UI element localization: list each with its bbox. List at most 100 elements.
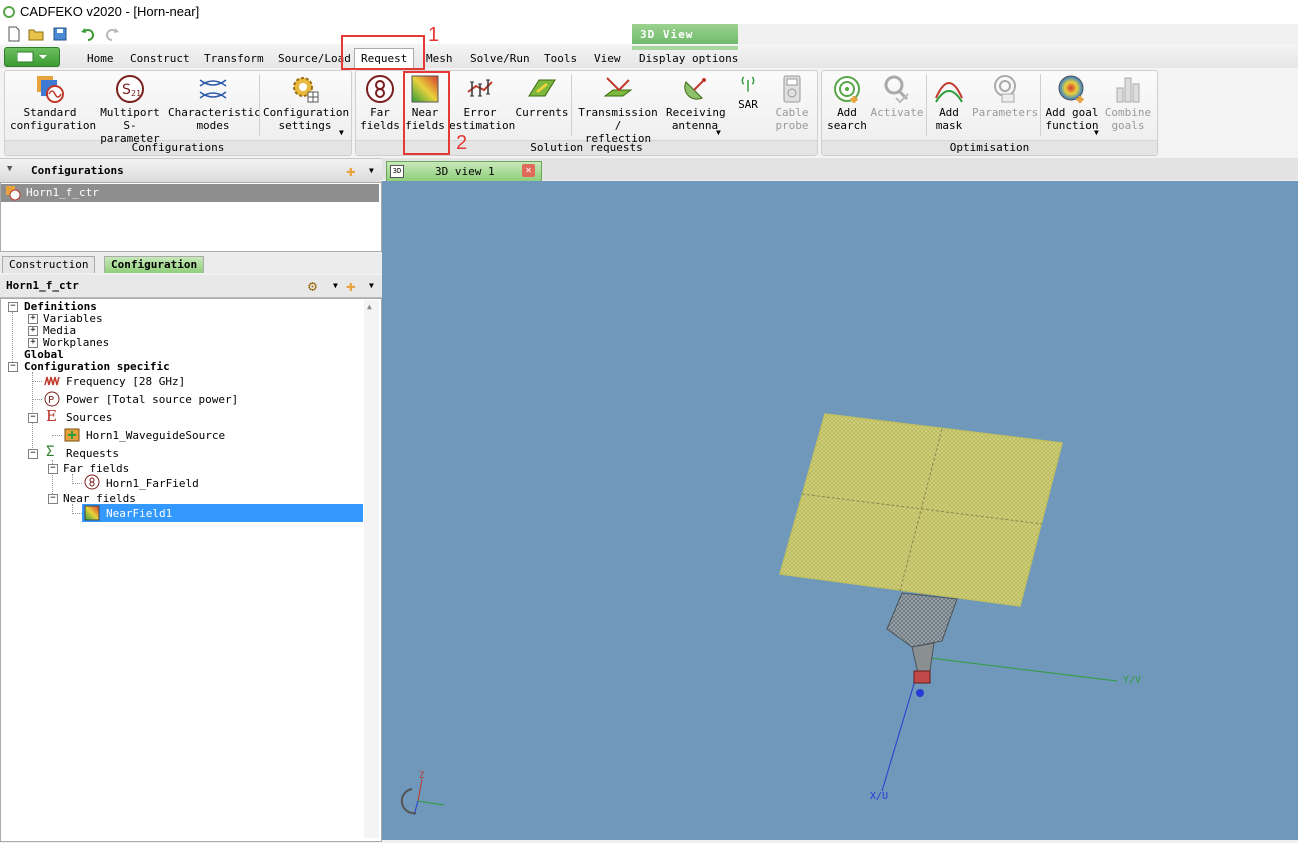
collapse-toggle[interactable]: − bbox=[8, 302, 18, 312]
application-menu-button[interactable] bbox=[4, 47, 60, 67]
redo-icon[interactable] bbox=[104, 26, 120, 42]
sar-button[interactable]: SAR bbox=[732, 74, 764, 111]
near-field-icon bbox=[84, 505, 100, 521]
context-tab-label: 3D View bbox=[640, 28, 694, 41]
group-label-configurations: Configurations bbox=[5, 140, 351, 155]
tab-view[interactable]: View bbox=[594, 52, 621, 68]
label-line-1: Add bbox=[939, 106, 959, 119]
dropdown-arrow-icon[interactable]: ▼ bbox=[369, 281, 374, 290]
collapse-toggle[interactable]: − bbox=[48, 494, 58, 504]
multiport-s-parameter-button[interactable]: S 21 Multiport S-parameter bbox=[95, 74, 165, 145]
collapse-toggle[interactable]: − bbox=[8, 362, 18, 372]
label-line-2: search bbox=[827, 119, 867, 132]
gear-icon[interactable]: ⚙ bbox=[308, 277, 317, 295]
standard-configuration-button[interactable]: Standard configuration bbox=[10, 74, 96, 132]
tab-source-load[interactable]: Source/Load bbox=[278, 52, 351, 68]
app-logo-icon bbox=[3, 6, 15, 18]
combine-goals-button[interactable]: Combine goals bbox=[1104, 74, 1152, 132]
receiving-antenna-button[interactable]: Receiving antenna ▼ bbox=[666, 74, 726, 137]
collapse-toggle[interactable]: − bbox=[28, 413, 38, 423]
tree-line bbox=[52, 435, 62, 436]
3d-view-icon: 3D bbox=[390, 165, 404, 178]
tab-solve-run[interactable]: Solve/Run bbox=[470, 52, 530, 68]
tree-near-field-item[interactable]: NearField1 bbox=[106, 507, 172, 520]
label-line-1: Currents bbox=[515, 106, 569, 119]
sar-icon bbox=[741, 76, 755, 92]
configuration-settings-button[interactable]: Configuration settings ▼ bbox=[263, 74, 349, 137]
tree-far-field-item[interactable]: Horn1_FarField bbox=[106, 477, 199, 490]
gear-icon bbox=[293, 77, 319, 103]
label-line-1: Characteristic bbox=[168, 106, 261, 119]
tree-requests[interactable]: Requests bbox=[66, 447, 119, 460]
cable-probe-button[interactable]: Cable probe bbox=[772, 74, 812, 132]
expand-toggle[interactable]: + bbox=[28, 314, 38, 324]
tab-transform[interactable]: Transform bbox=[204, 52, 264, 68]
waveguide-port bbox=[913, 670, 931, 684]
add-icon[interactable]: ✚ bbox=[346, 276, 356, 295]
label-line-1: Receiving bbox=[666, 106, 726, 119]
tree-scrollbar[interactable]: ▲ bbox=[364, 300, 379, 838]
tree-sources[interactable]: Sources bbox=[66, 411, 112, 424]
currents-button[interactable]: Currents bbox=[515, 74, 569, 119]
error-estimation-button[interactable]: Error estimation bbox=[449, 74, 515, 132]
add-goal-function-button[interactable]: Add goal function ▼ bbox=[1043, 74, 1101, 137]
add-configuration-icon[interactable]: ✚ bbox=[346, 161, 356, 180]
tree-waveguide-source[interactable]: Horn1_WaveguideSource bbox=[86, 429, 225, 442]
characteristic-modes-button[interactable]: Characteristic modes bbox=[168, 74, 261, 132]
collapse-arrow-icon[interactable]: ▼ bbox=[7, 164, 12, 174]
tab-construct[interactable]: Construct bbox=[130, 52, 190, 68]
combine-goals-icon bbox=[1116, 77, 1140, 103]
tree-configuration-specific[interactable]: Configuration specific bbox=[24, 360, 170, 373]
tree-line bbox=[72, 504, 73, 512]
label-line-1: Transmission / bbox=[578, 106, 658, 132]
expand-toggle[interactable]: + bbox=[28, 338, 38, 348]
tab-display-options[interactable]: Display options bbox=[639, 52, 738, 68]
scroll-up-icon[interactable]: ▲ bbox=[367, 302, 372, 311]
s-parameter-icon: S 21 bbox=[116, 75, 144, 103]
3d-scene: Y/V X/U Z bbox=[400, 413, 1141, 816]
tree-power[interactable]: Power [Total source power] bbox=[66, 393, 238, 406]
open-folder-icon[interactable] bbox=[28, 26, 44, 42]
configuration-item[interactable]: Horn1_f_ctr bbox=[1, 184, 379, 202]
expand-toggle[interactable]: + bbox=[28, 326, 38, 336]
tab-configuration[interactable]: Configuration bbox=[104, 256, 205, 273]
characteristic-modes-icon bbox=[199, 79, 227, 99]
activate-icon bbox=[884, 75, 909, 104]
add-search-icon bbox=[834, 76, 860, 103]
activate-button[interactable]: Activate bbox=[870, 74, 924, 119]
3d-viewport[interactable]: Y/V X/U Z bbox=[382, 181, 1298, 840]
label-line-2: fields bbox=[360, 119, 400, 132]
error-estimation-icon bbox=[467, 79, 493, 97]
add-mask-button[interactable]: Add mask bbox=[930, 74, 968, 132]
tree-line bbox=[32, 399, 42, 400]
tab-mesh[interactable]: Mesh bbox=[426, 52, 453, 68]
new-file-icon[interactable] bbox=[6, 26, 22, 42]
undo-icon[interactable] bbox=[80, 26, 96, 42]
collapse-toggle[interactable]: − bbox=[28, 449, 38, 459]
tab-home[interactable]: Home bbox=[87, 52, 114, 68]
dropdown-arrow-icon[interactable]: ▼ bbox=[333, 281, 338, 290]
dropdown-arrow-icon[interactable]: ▼ bbox=[369, 166, 374, 175]
label-line-1: Far bbox=[370, 106, 390, 119]
add-search-button[interactable]: Add search bbox=[826, 74, 868, 132]
close-icon[interactable]: ✕ bbox=[522, 164, 535, 177]
tree-frequency[interactable]: Frequency [28 GHz] bbox=[66, 375, 185, 388]
parameters-icon bbox=[994, 75, 1016, 103]
far-fields-button[interactable]: Far fields bbox=[359, 74, 401, 132]
label-line-2: configuration bbox=[10, 119, 97, 132]
separator bbox=[926, 74, 927, 136]
horn-antenna bbox=[886, 592, 958, 648]
tab-3d-view-1[interactable]: 3D 3D view 1 ✕ bbox=[386, 161, 542, 181]
parameters-button[interactable]: Parameters bbox=[972, 74, 1038, 119]
save-icon[interactable] bbox=[52, 26, 68, 42]
label-line-2: function bbox=[1045, 119, 1099, 132]
collapse-toggle[interactable]: − bbox=[48, 464, 58, 474]
near-field-plane bbox=[779, 413, 1063, 607]
tree-line bbox=[12, 312, 13, 368]
transmission-reflection-button[interactable]: Transmission / reflection bbox=[574, 74, 662, 145]
transmission-reflection-icon bbox=[603, 77, 633, 97]
tab-tools[interactable]: Tools bbox=[544, 52, 577, 68]
context-tab-bar bbox=[632, 46, 738, 50]
label-line-2: S-parameter bbox=[100, 119, 160, 145]
tab-construction[interactable]: Construction bbox=[2, 256, 96, 273]
